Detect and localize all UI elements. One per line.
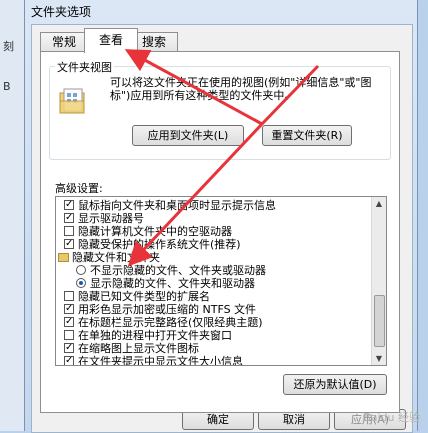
checkbox[interactable] — [64, 315, 74, 328]
tab-general[interactable]: 常规 — [40, 32, 88, 52]
folder-icon — [58, 253, 69, 262]
checkbox[interactable] — [64, 211, 74, 224]
list-item-label: 在标题栏显示完整路径(仅限经典主题) — [78, 316, 263, 329]
tab-view[interactable]: 查看 — [84, 28, 138, 53]
list-item-label: 显示隐藏的文件、文件夹和驱动器 — [90, 277, 255, 290]
list-item-label: 隐藏文件和文件夹 — [72, 251, 160, 264]
folder-views-label: 文件夹视图 — [55, 59, 114, 75]
background-text: 刻 — [3, 40, 14, 53]
folder-views-icon — [59, 88, 85, 114]
list-item-label: 隐藏受保护的操作系统文件(推荐) — [78, 238, 241, 251]
folder-views-description: 可以将这文件夹正在使用的视图(例如"详细信息"或"图标")应用到所有这种类型的文… — [110, 76, 372, 102]
advanced-settings-list[interactable]: 鼠标指向文件夹和桌面项时显示提示信息 显示驱动器号 隐藏计算机文件夹中的空驱动器… — [55, 196, 387, 366]
advanced-settings-label: 高级设置: — [55, 182, 103, 195]
scroll-thumb[interactable] — [374, 295, 385, 347]
restore-defaults-button[interactable]: 还原为默认值(D) — [283, 374, 387, 395]
checkbox[interactable] — [64, 291, 74, 301]
list-item-label: 在文件夹提示中显示文件大小信息 — [78, 355, 243, 366]
watermark: Baidu 经验 — [363, 411, 420, 424]
checkbox[interactable] — [64, 341, 74, 354]
reset-folders-button[interactable]: 重置文件夹(R) — [262, 125, 352, 146]
scroll-up-icon[interactable]: ▲ — [373, 197, 385, 210]
checkbox[interactable] — [64, 302, 74, 315]
background-window-edge: 刻 B — [0, 0, 26, 431]
list-item-label: 在缩略图上显示文件图标 — [78, 342, 199, 355]
checkbox[interactable] — [64, 330, 74, 340]
list-item-label: 鼠标指向文件夹和桌面项时显示提示信息 — [78, 199, 276, 212]
scroll-down-icon[interactable]: ▼ — [373, 352, 385, 365]
checkbox[interactable] — [64, 354, 74, 365]
radio-button[interactable] — [76, 265, 86, 275]
checkbox[interactable] — [64, 198, 74, 211]
folder-views-group: 文件夹视图 可以将这文件夹正在使用的视图(例如"详细信息"或"图标")应用到所有… — [49, 59, 391, 160]
list-item-label: 隐藏已知文件类型的扩展名 — [78, 290, 210, 303]
list-item-label: 隐藏计算机文件夹中的空驱动器 — [78, 225, 232, 238]
list-item-label: 不显示隐藏的文件、文件夹或驱动器 — [90, 264, 266, 277]
checkbox[interactable] — [64, 237, 74, 250]
view-tab-panel: 文件夹视图 可以将这文件夹正在使用的视图(例如"详细信息"或"图标")应用到所有… — [40, 51, 400, 413]
list-item-label: 用彩色显示加密或压缩的 NTFS 文件 — [78, 303, 257, 316]
list-item-label: 显示驱动器号 — [78, 212, 144, 225]
folder-options-dialog: 文件夹选项 常规 查看 搜索 文件夹视图 可以将这文件夹正在使用的视图(例如"详… — [24, 0, 418, 433]
dialog-client-area: 常规 查看 搜索 文件夹视图 可以将这文件夹正在使用的视图(例如"详细信息"或"… — [31, 24, 413, 433]
checkbox[interactable] — [64, 226, 74, 236]
background-text: B — [3, 80, 11, 93]
list-item-label: 在单独的进程中打开文件夹窗口 — [78, 329, 232, 342]
title-bar[interactable]: 文件夹选项 — [25, 0, 417, 22]
apply-to-folders-button[interactable]: 应用到文件夹(L) — [132, 125, 244, 146]
list-scrollbar[interactable]: ▲ ▼ — [371, 197, 386, 365]
radio-button[interactable] — [76, 278, 86, 288]
window-title: 文件夹选项 — [31, 5, 92, 19]
